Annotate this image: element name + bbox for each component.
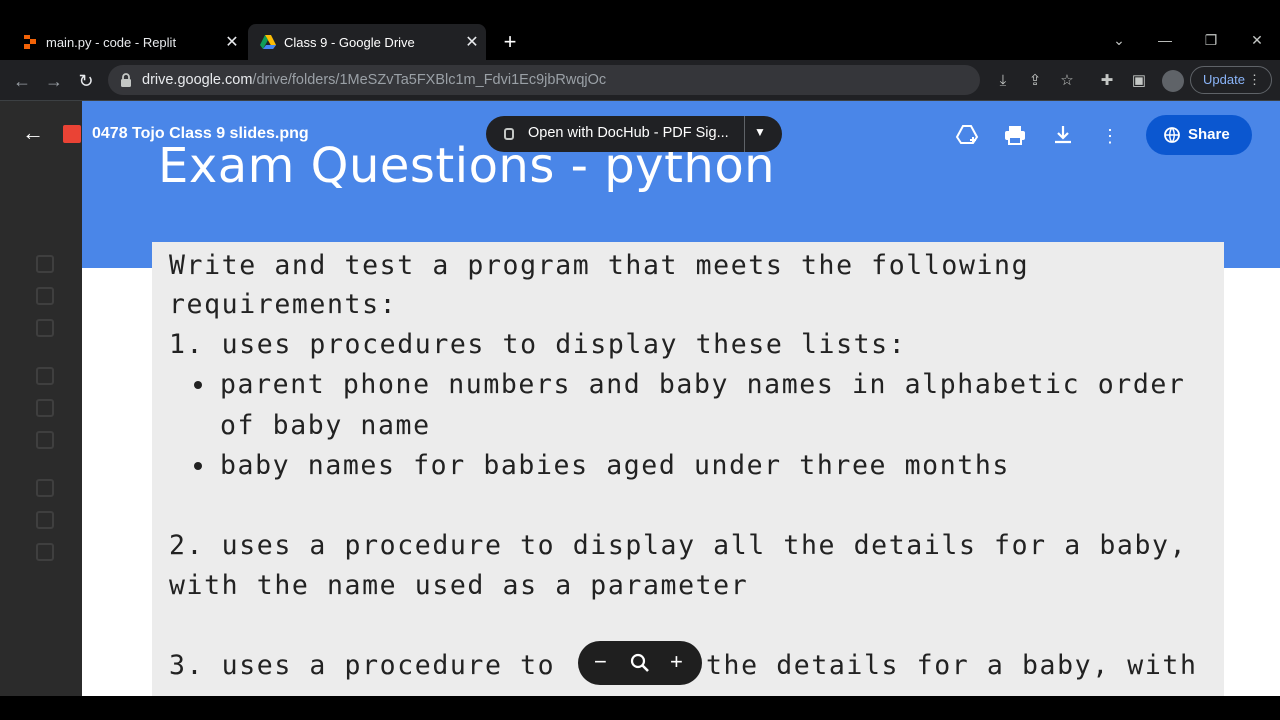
zoom-controls: − + [578, 641, 702, 685]
drive-sidebar [0, 101, 82, 696]
zoom-icon[interactable] [629, 652, 651, 674]
install-icon[interactable]: ⤓ [992, 70, 1014, 92]
file-name: 0478 Tojo Class 9 slides.png [92, 125, 309, 142]
slide-body: Write and test a program that meets the … [152, 242, 1224, 696]
sidebar-icon [36, 431, 54, 449]
lock-icon[interactable] [120, 73, 132, 87]
globe-icon [1164, 127, 1180, 143]
close-window-icon[interactable]: ✕ [1245, 30, 1269, 50]
extensions-icon[interactable]: ✚ [1096, 70, 1118, 92]
new-tab-icon[interactable]: + [498, 30, 522, 54]
reload-icon[interactable]: ↻ [73, 68, 99, 94]
add-to-drive-icon[interactable] [955, 123, 979, 147]
image-file-icon [63, 125, 81, 143]
bullet [194, 381, 202, 389]
tab-google-drive[interactable]: Class 9 - Google Drive ✕ [248, 24, 486, 60]
sidebar-icon [36, 399, 54, 417]
divider [744, 116, 745, 152]
back-icon[interactable]: ← [22, 122, 44, 144]
close-tab-icon[interactable]: ✕ [218, 32, 246, 52]
more-icon[interactable]: ⋮ [1098, 124, 1122, 148]
open-with-button[interactable]: Open with DocHub - PDF Sig... ▼ [486, 116, 782, 152]
tab-title: Class 9 - Google Drive [284, 34, 415, 50]
share-button[interactable]: Share [1146, 115, 1252, 155]
minimize-icon[interactable]: — [1153, 30, 1177, 50]
bullet [194, 462, 202, 470]
print-icon[interactable] [1003, 123, 1027, 147]
dochub-icon [504, 128, 514, 140]
slide-line: parent phone numbers and baby names in a… [220, 369, 1186, 400]
slide-line: of baby name [220, 410, 431, 441]
share-page-icon[interactable]: ⇪ [1024, 70, 1046, 92]
restore-icon[interactable]: ❐ [1199, 30, 1223, 50]
slide-line: baby names for babies aged under three m… [220, 450, 1010, 481]
star-icon[interactable]: ☆ [1056, 70, 1078, 92]
slide-line: with the name used as a parameter [169, 570, 749, 601]
slide-line: 1. uses procedures to display these list… [169, 329, 907, 360]
update-button[interactable]: Update ⋮ [1190, 66, 1272, 94]
close-tab-icon[interactable]: ✕ [458, 32, 486, 52]
sidebar-icon [36, 319, 54, 337]
sidebar-icon [36, 255, 54, 273]
slide-line: 2. uses a procedure to display all the d… [169, 530, 1188, 561]
profile-avatar[interactable] [1162, 70, 1184, 92]
bottom-letterbox [0, 696, 1280, 720]
slide-line: the details for a baby, with [706, 650, 1198, 681]
sidebar-icon [36, 543, 54, 561]
chevron-down-icon[interactable]: ▼ [754, 125, 766, 139]
tab-replit[interactable]: main.py - code - Replit ✕ [8, 24, 246, 60]
zoom-out-icon[interactable]: − [594, 649, 607, 675]
tab-title: main.py - code - Replit [46, 34, 177, 50]
sidepanel-icon[interactable]: ▣ [1128, 70, 1150, 92]
sidebar-icon [36, 511, 54, 529]
sidebar-icon [36, 367, 54, 385]
zoom-in-icon[interactable]: + [670, 649, 683, 675]
sidebar-icon [36, 479, 54, 497]
replit-icon [24, 35, 36, 49]
tab-search-icon[interactable]: ⌄ [1107, 30, 1131, 50]
url-text[interactable]: drive.google.com/drive/folders/1MeSZvTa5… [142, 70, 606, 90]
forward-nav-icon[interactable]: → [41, 68, 67, 94]
back-nav-icon[interactable]: ← [9, 68, 35, 94]
drive-icon [260, 35, 276, 49]
download-icon[interactable] [1051, 123, 1075, 147]
slide-line: requirements: [169, 289, 398, 320]
more-icon[interactable]: ⋮ [1248, 67, 1261, 93]
slide-line: 3. uses a procedure to [169, 650, 556, 681]
sidebar-icon [36, 287, 54, 305]
slide-line: Write and test a program that meets the … [169, 250, 1030, 281]
